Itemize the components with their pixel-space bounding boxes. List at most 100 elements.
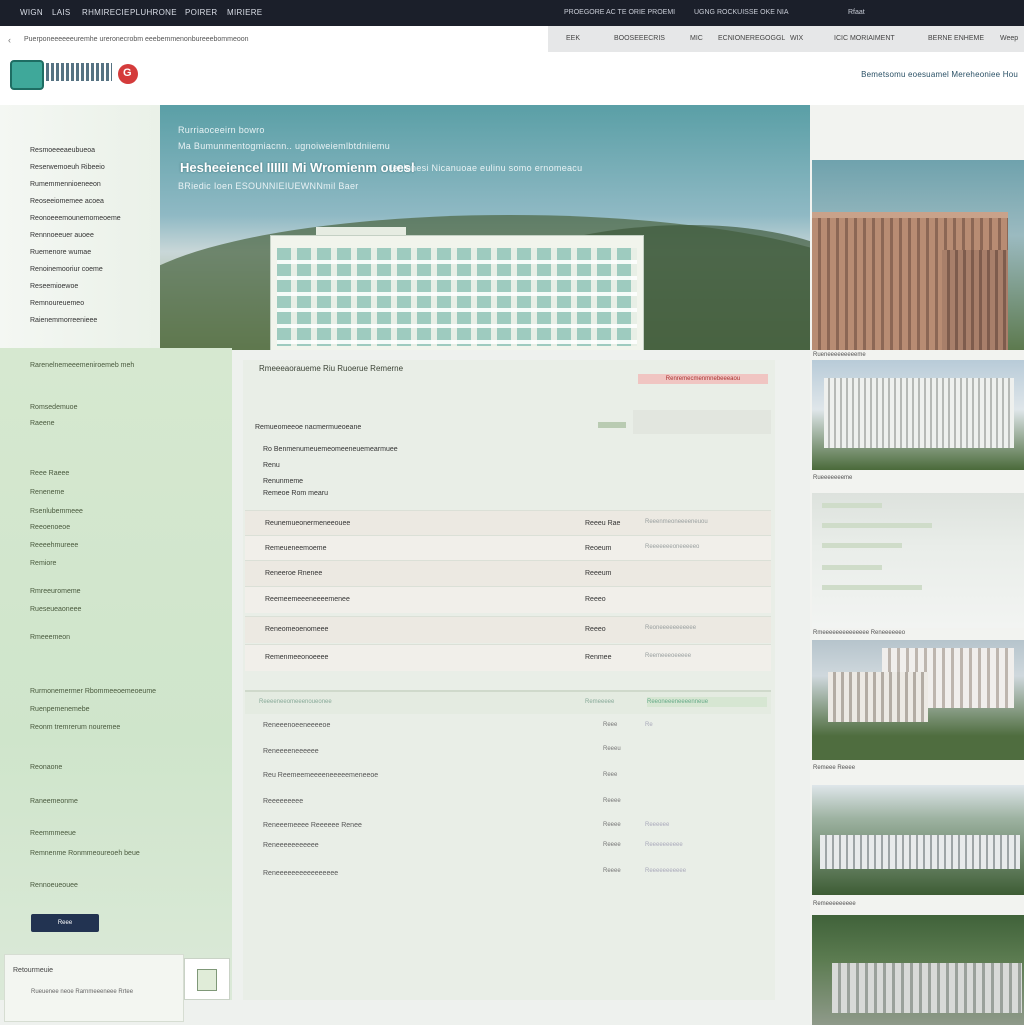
menu-item[interactable]: Reserwemoeuh Ribeeio: [30, 164, 105, 171]
list-item[interactable]: Reneeenoeeneeeeoe: [263, 722, 330, 729]
logo-emblem-icon[interactable]: [10, 60, 44, 90]
menu-item[interactable]: Reonoeeemounemomeoeme: [30, 215, 121, 222]
row-name: Reemeemeeeneeeemenee: [265, 596, 350, 603]
list-item-meta: Reeeeeeeeeee: [645, 868, 687, 874]
table-row[interactable]: Reemeemeeeneeeemenee Reeeo: [245, 586, 771, 613]
sidebar-item[interactable]: Rueseueaoneee: [23, 603, 115, 617]
sidebar-item[interactable]: Rsenlubemmeee: [24, 505, 114, 519]
sidebar-item[interactable]: Reonm tremrerum nouremee: [30, 724, 120, 731]
row-meta: Reoneeeeeeeeeee: [645, 625, 697, 631]
sidebar-item[interactable]: Reee Raeee: [30, 470, 69, 477]
hero-subtitle: BRiedic Ioen ESOUNNIEIUEWNNmil Baer: [178, 181, 359, 191]
hillside-campus-photo[interactable]: [812, 785, 1024, 895]
column-header: Reeeeneeomeeenoueonee: [259, 699, 332, 705]
menu-item[interactable]: Reoseeiomemee acoea: [30, 198, 104, 205]
partner-logo-icon[interactable]: [118, 64, 138, 84]
row-name: Reunemueonermeneeouee: [265, 520, 351, 527]
list-item[interactable]: Reneeeeneeeeee: [263, 748, 319, 755]
row-value: Reoeum: [585, 545, 612, 552]
list-item[interactable]: Reneeemeeee Reeeeee Renee: [263, 822, 362, 829]
menu-item[interactable]: Ruemenore wumae: [30, 249, 91, 256]
sidebar-item[interactable]: Rmeeemeon: [30, 634, 70, 641]
subnav-item[interactable]: Weep: [1000, 35, 1018, 42]
sidebar-action-button[interactable]: Reee: [31, 914, 99, 932]
top-info-text[interactable]: Rfaat: [848, 9, 865, 16]
list-item[interactable]: Reneeeeeeeeeeeeeeee: [263, 870, 338, 877]
sidebar-item[interactable]: Reneneme: [30, 489, 64, 496]
sidebar-item[interactable]: Rarenelnemeeemeniroemeb meh: [23, 359, 134, 373]
subnav-item[interactable]: ICIC MORIAIMENT: [834, 35, 895, 42]
info-card[interactable]: [812, 493, 1024, 628]
historic-building-photo[interactable]: [812, 160, 1024, 350]
subnav-item[interactable]: BOOSEEECRIS: [614, 35, 665, 42]
hospital-photo[interactable]: [812, 360, 1024, 470]
table-row[interactable]: Reunemueonermeneeouee Reeeu Rae Reeenmeo…: [245, 510, 771, 537]
table-row[interactable]: Remeueneemoeme Reoeum Reeeeeeeoneeeeeo: [245, 535, 771, 562]
menu-item[interactable]: Reseemioewoe: [30, 283, 78, 290]
row-value: Renmee: [585, 654, 612, 661]
menu-item[interactable]: Renoinemooriur coeme: [30, 266, 103, 273]
photo-caption: Rueeeeeeeme: [813, 475, 853, 481]
top-nav-item[interactable]: MIRIERE: [227, 8, 262, 17]
subnav-item[interactable]: WIX: [790, 35, 803, 42]
back-icon[interactable]: ‹: [8, 35, 11, 45]
sidebar-item[interactable]: Rmreeuromeme: [30, 588, 81, 595]
list-item-value: Reeee: [603, 798, 621, 804]
menu-item[interactable]: Raienemmorreenieee: [30, 317, 97, 324]
status-badge[interactable]: Renremecmenmnebeeeaou: [638, 374, 768, 384]
column-header: Remeeeee: [585, 699, 615, 705]
header-tagline: Bemetsomu eoesuamel Mereheoniee Hou: [861, 70, 1018, 79]
sidebar-item[interactable]: Rurmonemermer Rbommeeoemeoeume: [30, 688, 156, 695]
list-item[interactable]: Reu Reemeemeeeeneeeeemeneeoe: [263, 772, 378, 779]
table-row[interactable]: Reneeroe Rnenee Reeeum: [245, 560, 771, 587]
subnav-item[interactable]: EEK: [566, 35, 580, 42]
sidebar-item[interactable]: Reonaone: [30, 764, 62, 771]
hero-subtitle: Ienlonesi Nicanuoae eulinu somo ernomeac…: [390, 163, 583, 173]
top-nav-item[interactable]: PLUHRONE: [130, 8, 177, 17]
top-info-text: UGNG ROCKUISSE OKE NIA: [694, 9, 789, 16]
main-content-panel: Rmeeeaoraueme Riu Ruoerue Remerne Renrem…: [243, 360, 775, 1000]
menu-item[interactable]: Rumemmennioeneeon: [30, 181, 101, 188]
table-header: Reeeeneeomeeenoueonee Remeeeee Reeoneeen…: [245, 690, 771, 714]
menu-item[interactable]: Resmoeeeaeubueoa: [30, 147, 95, 154]
list-item-value: Reeeu: [603, 746, 621, 752]
list-item[interactable]: Reeeeeeeee: [263, 798, 303, 805]
sidebar-item[interactable]: Romsedemuoe: [30, 404, 77, 411]
sidebar-item[interactable]: Remnenme Ronmmeoureoeh beue: [30, 850, 140, 857]
sidebar-item[interactable]: Reemmmeeue: [30, 830, 76, 837]
top-nav-item[interactable]: WIGN: [20, 8, 43, 17]
sidebar-item[interactable]: Reeeehmureee: [30, 542, 78, 549]
sidebar-item[interactable]: Reeoenoeoe: [30, 524, 70, 531]
menu-item[interactable]: Rennnoeeuer auoee: [30, 232, 94, 239]
subnav-item[interactable]: MIC: [690, 35, 703, 42]
sidebar-item[interactable]: Raneemeonme: [24, 795, 114, 809]
list-item[interactable]: Reneeeeeeeeeee: [263, 842, 319, 849]
table-row[interactable]: Remenmeeonoeeee Renmee Reemeeeoeeeee: [245, 644, 771, 671]
placeholder-line: [822, 523, 932, 528]
footer-contact-box: Retourmeuie Rueuenee neoe Rarnmeeeneee R…: [4, 954, 184, 1022]
top-nav-item[interactable]: POIRER: [185, 8, 217, 17]
placeholder-line: [822, 543, 902, 548]
sidebar-item[interactable]: Rennoeueouee: [30, 882, 78, 889]
photo-caption: Remeee Reeee: [813, 765, 856, 771]
table-row[interactable]: Reneomeoenomeee Reeeo Reoneeeeeeeeeee: [245, 616, 771, 643]
aerial-campus-photo[interactable]: [812, 915, 1024, 1025]
logo-wordmark[interactable]: [46, 63, 112, 81]
subnav-item[interactable]: BERNE ENHEME: [928, 35, 984, 42]
hero-subtitle: Ma Bumunmentogmiacnn.. ugnoiweiemlbtdnii…: [178, 141, 391, 151]
subnav-item[interactable]: ECNIONEREGOGGL: [718, 35, 785, 42]
list-item-value: Reee: [603, 772, 618, 778]
list-item-value: Reeee: [603, 842, 621, 848]
tab-panel[interactable]: [633, 410, 771, 434]
row-name: Reneomeoenomeee: [265, 626, 329, 633]
photo-caption: Rueneeeeeeeeeme: [813, 352, 866, 358]
sidebar-item[interactable]: Raeene: [24, 417, 113, 431]
top-nav-item[interactable]: RHMIRECIE: [82, 8, 130, 17]
sidebar-item[interactable]: Remiore: [23, 557, 116, 571]
menu-item[interactable]: Remnoureuemeo: [30, 300, 84, 307]
top-nav-item[interactable]: LAIS: [52, 8, 71, 17]
sidebar-item[interactable]: Ruenpemenemebe: [30, 706, 90, 713]
campus-photo[interactable]: [812, 640, 1024, 760]
document-icon[interactable]: [184, 958, 230, 1000]
placeholder-line: [822, 565, 882, 570]
